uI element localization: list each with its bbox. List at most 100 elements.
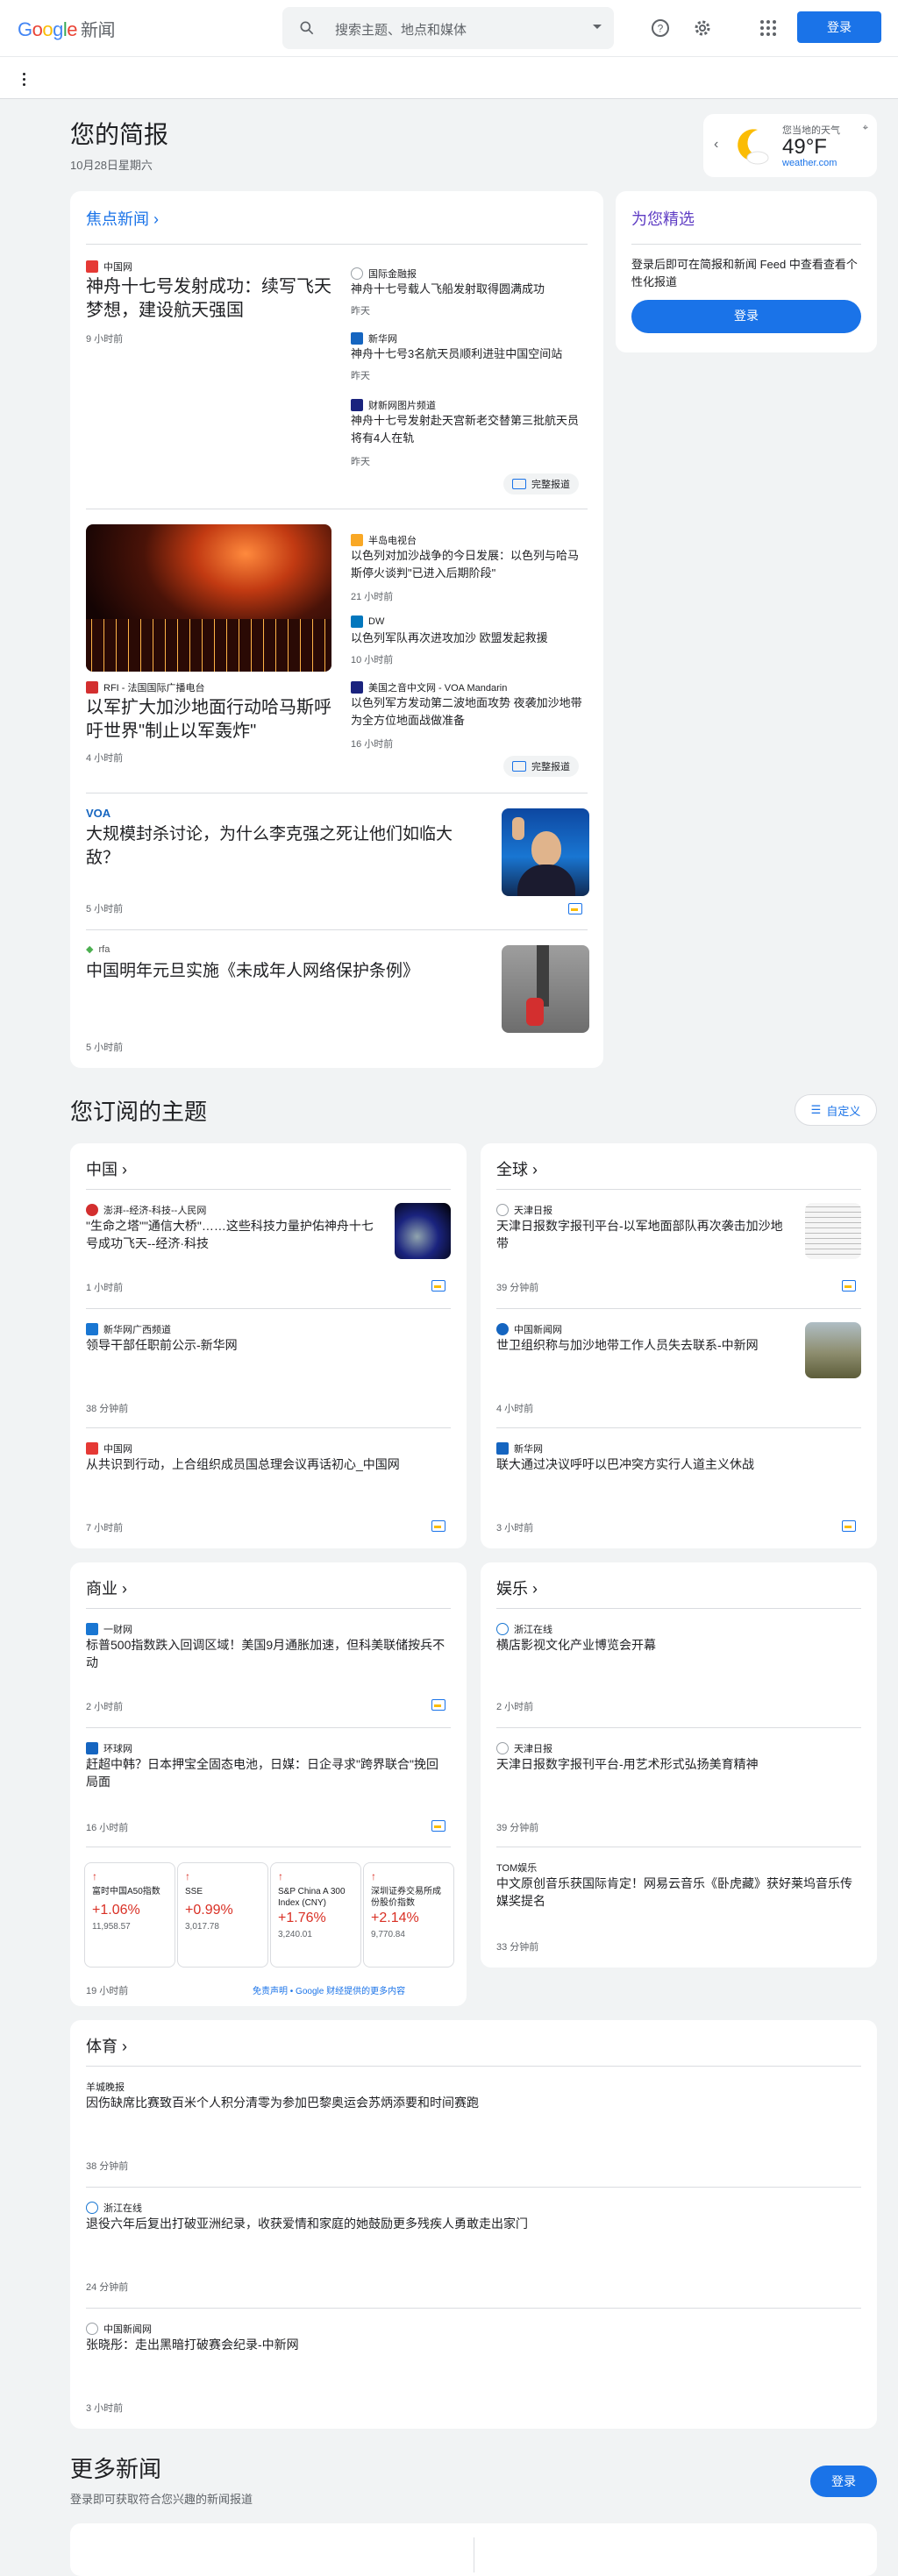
headline-link[interactable]: 张晓彤：走出黑暗打破赛会纪录-中新网	[86, 2336, 840, 2353]
timestamp: 24 分钟前	[86, 2282, 129, 2293]
full-coverage-icon[interactable]	[842, 1520, 856, 1532]
stock-name: S&P China A 300 Index (CNY)	[278, 1887, 346, 1908]
stock-card[interactable]: ↑ S&P China A 300 Index (CNY) +1.76% 3,240.…	[270, 1862, 361, 1968]
stock-value: 3,017.78	[185, 1922, 219, 1932]
top-stories-title[interactable]: 焦点新闻 ›	[86, 207, 159, 230]
timestamp: 4 小时前	[86, 753, 124, 764]
top-stories-card: 焦点新闻 › 中国网 神舟十七号发射成功：续写飞天梦想，建设航天强国 9 小时前…	[70, 191, 603, 1068]
briefing-date: 10月28日星期六	[70, 159, 153, 172]
stock-card[interactable]: ↑ 富时中国A50指数 +1.06% 11,958.57	[84, 1862, 175, 1968]
for-you-login-button[interactable]: 登录	[631, 300, 861, 333]
source-label: DW	[351, 616, 384, 628]
headline-link[interactable]: 天津日报数字报刊平台-以军地面部队再次袭击加沙地带	[496, 1217, 795, 1252]
headline-link[interactable]: 赶超中韩？日本押宝全固态电池，日媒：日企寻求"跨界联合"挽回局面	[86, 1755, 445, 1790]
stock-name: 深圳证券交易所成份股价指数	[371, 1887, 441, 1908]
headline-link[interactable]: 横店影视文化产业博览会开幕	[496, 1636, 856, 1654]
headline-link[interactable]: 以色列对加沙战争的今日发展：以色列与哈马斯停火谈判"已进入后期阶段"	[351, 547, 588, 582]
source-label: 浙江在线	[496, 1622, 552, 1636]
stock-card[interactable]: ↑ 深圳证券交易所成份股价指数 +2.14% 9,770.84	[363, 1862, 454, 1968]
source-label: 新华网广西频道	[86, 1322, 171, 1336]
tune-icon: ☰	[810, 1103, 822, 1116]
stock-card[interactable]: ↑ SSE +0.99% 3,017.78	[177, 1862, 268, 1968]
headline-link[interactable]: 以色列军方发动第二波地面攻势 夜袭加沙地带 为全方位地面战做准备	[351, 694, 588, 729]
arrow-up-icon: ↑	[278, 1870, 283, 1882]
headline-link[interactable]: 联大通过决议呼吁以巴冲突方实行人道主义休战	[496, 1455, 856, 1473]
google-news-logo[interactable]: Google 新闻	[18, 16, 116, 41]
topic-title[interactable]: 娱乐 ›	[496, 1576, 538, 1599]
headline-link[interactable]: 退役六年后复出打破亚洲纪录，收获爱情和家庭的她鼓励更多残疾人勇敢走出家门	[86, 2215, 840, 2232]
full-coverage-icon[interactable]	[431, 1280, 445, 1292]
search-dropdown-icon[interactable]	[593, 25, 602, 29]
explosion-image[interactable]	[86, 524, 331, 672]
headline-link[interactable]: 以色列军队再次进攻加沙 欧盟发起救援	[351, 630, 588, 647]
weather-source-link[interactable]: weather.com	[782, 158, 837, 168]
stock-change: +1.06%	[92, 1903, 140, 1918]
source-label: 美国之音中文网 - VOA Mandarin	[351, 680, 507, 694]
chevron-left-icon[interactable]: ‹	[714, 137, 718, 153]
search-box[interactable]: 搜索主题、地点和媒体	[282, 7, 614, 49]
full-coverage-icon[interactable]	[431, 1820, 445, 1832]
source-label: 中国网	[86, 1441, 132, 1455]
for-you-title: 为您精选	[631, 210, 695, 228]
full-coverage-icon[interactable]	[842, 1280, 856, 1292]
timestamp: 昨天	[351, 457, 370, 467]
login-button[interactable]: 登录	[797, 11, 881, 43]
timestamp: 1 小时前	[86, 1283, 124, 1293]
source-label: RFI - 法国国际广播电台	[86, 680, 205, 694]
headline-link[interactable]: 神舟十七号3名航天员顺利进驻中国空间站	[351, 345, 588, 363]
headline-link[interactable]: 世卫组织称与加沙地带工作人员失去联系-中新网	[496, 1336, 795, 1354]
headline-link[interactable]: 以军扩大加沙地面行动哈马斯呼吁世界"制止以军轰炸"	[86, 696, 340, 744]
street-photo-image[interactable]	[502, 945, 589, 1033]
full-coverage-button[interactable]: 完整报道	[503, 473, 579, 495]
full-coverage-icon[interactable]	[431, 1520, 445, 1532]
headline-link[interactable]: 神舟十七号发射赴天宫新老交替第三批航天员将有4人在轨	[351, 412, 588, 447]
more-news-card	[70, 2523, 877, 2576]
topic-title[interactable]: 全球 ›	[496, 1157, 538, 1180]
arrow-up-icon: ↑	[92, 1870, 97, 1882]
search-input[interactable]: 搜索主题、地点和媒体	[335, 20, 467, 39]
topic-card-world: 全球 › 天津日报 天津日报数字报刊平台-以军地面部队再次袭击加沙地带 39 分…	[481, 1143, 877, 1548]
weather-widget[interactable]: ‹ 您当地的天气 49°F weather.com ⌖	[703, 114, 877, 177]
source-label: 澎湃--经济-科技--人民网	[86, 1203, 206, 1217]
full-coverage-button[interactable]: 完整报道	[503, 756, 579, 777]
timestamp: 5 小时前	[86, 904, 124, 914]
gear-icon[interactable]	[692, 18, 713, 39]
weather-temp: 49°F	[782, 135, 827, 159]
sub-bar	[0, 56, 898, 99]
disclaimer-link[interactable]: 免责声明 • Google 财经提供的更多内容	[253, 1983, 405, 1996]
timestamp: 9 小时前	[86, 334, 124, 345]
headline-link[interactable]: 领导干部任职前公示-新华网	[86, 1336, 437, 1354]
newspaper-image[interactable]	[805, 1203, 861, 1259]
topic-title[interactable]: 商业 ›	[86, 1576, 127, 1599]
topic-card-entertainment: 娱乐 › 浙江在线 横店影视文化产业博览会开幕 2 小时前 天津日报 天津日报数…	[481, 1562, 877, 1968]
timestamp: 2 小时前	[86, 1702, 124, 1712]
headline-link[interactable]: 神舟十七号发射成功：续写飞天梦想，建设航天强国	[86, 275, 340, 323]
full-coverage-icon[interactable]	[431, 1699, 445, 1711]
timestamp: 21 小时前	[351, 592, 394, 602]
headline-link[interactable]: 大规模封杀讨论，为什么李克强之死让他们如临大敌？	[86, 822, 481, 870]
more-news-login-button[interactable]: 登录	[810, 2466, 877, 2497]
apps-grid-icon[interactable]	[758, 18, 779, 39]
timestamp: 4 小时前	[496, 1404, 534, 1414]
headline-link[interactable]: "生命之塔""通信大桥"……这些科技力量护佑神舟十七号成功飞天--经济·科技	[86, 1217, 384, 1252]
voa-logo: VOA	[86, 807, 111, 820]
location-icon[interactable]: ⌖	[863, 123, 868, 134]
headline-link[interactable]: 中国明年元旦实施《未成年人网络保护条例》	[86, 959, 481, 983]
topic-title[interactable]: 体育 ›	[86, 2034, 127, 2057]
headline-link[interactable]: 神舟十七号载人飞船发射取得圆满成功	[351, 281, 588, 298]
headline-link[interactable]: 因伤缺席比赛致百米个人积分清零为参加巴黎奥运会苏炳添要和时间赛跑	[86, 2094, 840, 2111]
more-options-icon[interactable]	[23, 73, 26, 89]
vehicle-image[interactable]	[805, 1322, 861, 1378]
space-image[interactable]	[395, 1203, 451, 1259]
help-icon[interactable]: ?	[650, 18, 671, 39]
source-label: 中国网	[86, 260, 132, 274]
person-waving-image[interactable]	[502, 808, 589, 896]
headline-link[interactable]: 从共识到行动，上合组织成员国总理会议再话初心_中国网	[86, 1455, 445, 1473]
headline-link[interactable]: 中文原创音乐获国际肯定！网易云音乐《卧虎藏》获好莱坞音乐传媒奖提名	[496, 1875, 856, 1910]
customize-button[interactable]: ☰ 自定义	[795, 1094, 877, 1126]
source-label: 新华网	[496, 1441, 543, 1455]
headline-link[interactable]: 标普500指数跌入回调区域！美国9月通胀加速，但科美联储按兵不动	[86, 1636, 445, 1671]
full-coverage-icon[interactable]	[568, 903, 582, 914]
headline-link[interactable]: 天津日报数字报刊平台-用艺术形式弘扬美育精神	[496, 1755, 812, 1773]
topic-title[interactable]: 中国 ›	[86, 1157, 127, 1180]
